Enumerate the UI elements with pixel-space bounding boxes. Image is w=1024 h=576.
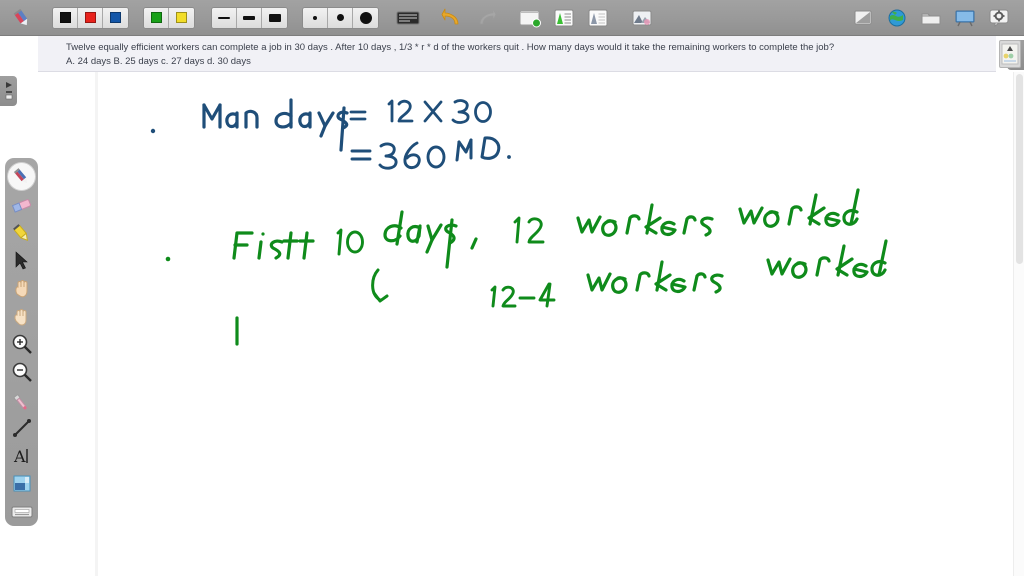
eraser-tool[interactable]: [7, 191, 36, 219]
zoom-out-icon: [12, 363, 32, 383]
top-toolbar: [0, 0, 1024, 36]
hand-icon: [14, 279, 27, 297]
pen-tool[interactable]: [7, 163, 36, 191]
gallery-icon[interactable]: [627, 5, 657, 31]
zoom-in-icon: [12, 335, 32, 355]
cursor-arrow-icon: [15, 251, 28, 270]
vertical-scrollbar-thumb[interactable]: [1016, 74, 1023, 264]
question-line-2: A. 24 days B. 25 days c. 27 days d. 30 d…: [66, 55, 251, 67]
eraser-board-icon[interactable]: [393, 5, 423, 31]
line-tool[interactable]: [7, 414, 36, 442]
keyboard-tool[interactable]: [7, 498, 36, 526]
zoom-in-tool[interactable]: [7, 331, 36, 359]
left-rail: A: [0, 36, 38, 576]
left-tool-palette: A: [5, 158, 38, 526]
globe-icon[interactable]: [882, 5, 912, 31]
dot-size-small-button[interactable]: [303, 7, 328, 28]
color-swatch-red[interactable]: [78, 7, 103, 28]
svg-text:A: A: [13, 447, 26, 466]
pen-icon: [13, 168, 27, 184]
line-width-group: [211, 6, 288, 29]
vertical-scrollbar[interactable]: [1013, 72, 1024, 576]
color-swatch-blue[interactable]: [103, 7, 128, 28]
page-grey-icon[interactable]: [583, 5, 613, 31]
ink-layer: [150, 98, 888, 346]
image-icon: [13, 475, 30, 492]
text-tool[interactable]: A: [7, 442, 36, 470]
settings-gear-icon[interactable]: [984, 5, 1014, 31]
thumbnail-preview-icon: [1001, 43, 1019, 65]
color-swatch-black[interactable]: [53, 7, 78, 28]
laser-pointer-icon: [13, 394, 27, 410]
hand-alt-tool[interactable]: [7, 303, 36, 331]
select-tool[interactable]: [7, 247, 36, 275]
line-width-thick-button[interactable]: [262, 7, 287, 28]
hand-grab-icon: [13, 308, 26, 325]
highlighter-icon: [12, 223, 28, 241]
color-palette-group: [52, 6, 129, 29]
dot-size-group: [302, 6, 379, 29]
shape-fill-icon[interactable]: [848, 5, 878, 31]
presentation-icon[interactable]: [950, 5, 980, 31]
page-green-icon[interactable]: [549, 5, 579, 31]
highlighter-tool[interactable]: [7, 219, 36, 247]
pen-marker-icon[interactable]: [8, 5, 38, 31]
undo-icon[interactable]: [437, 5, 467, 31]
question-line-1: Twelve equally efficient workers can com…: [66, 42, 835, 53]
redo-icon[interactable]: [471, 5, 501, 31]
dot-size-large-button[interactable]: [353, 7, 378, 28]
drawing-canvas[interactable]: [38, 72, 996, 576]
application-window: Twelve equally efficient workers can com…: [0, 0, 1024, 576]
line-width-thin-button[interactable]: [212, 7, 237, 28]
color-swatch-green[interactable]: [144, 7, 169, 28]
new-page-icon[interactable]: [515, 5, 545, 31]
color-palette-group-2: [143, 6, 195, 29]
dot-size-medium-button[interactable]: [328, 7, 353, 28]
image-tool[interactable]: [7, 470, 36, 498]
canvas-left-gutter: [95, 72, 98, 576]
hand-tool[interactable]: [7, 275, 36, 303]
text-icon: A: [13, 447, 28, 466]
left-panel-toggle-button[interactable]: [0, 76, 17, 106]
page-thumbnail-panel[interactable]: [999, 40, 1021, 68]
laser-pointer-tool[interactable]: [7, 386, 36, 414]
line-width-medium-button[interactable]: [237, 7, 262, 28]
question-banner: Twelve equally efficient workers can com…: [38, 36, 996, 72]
folder-icon[interactable]: [916, 5, 946, 31]
panel-expand-icon: [5, 82, 12, 100]
eraser-icon: [11, 199, 31, 213]
line-icon: [12, 419, 31, 438]
keyboard-icon: [11, 506, 32, 518]
color-swatch-yellow[interactable]: [169, 7, 194, 28]
zoom-out-tool[interactable]: [7, 358, 36, 386]
